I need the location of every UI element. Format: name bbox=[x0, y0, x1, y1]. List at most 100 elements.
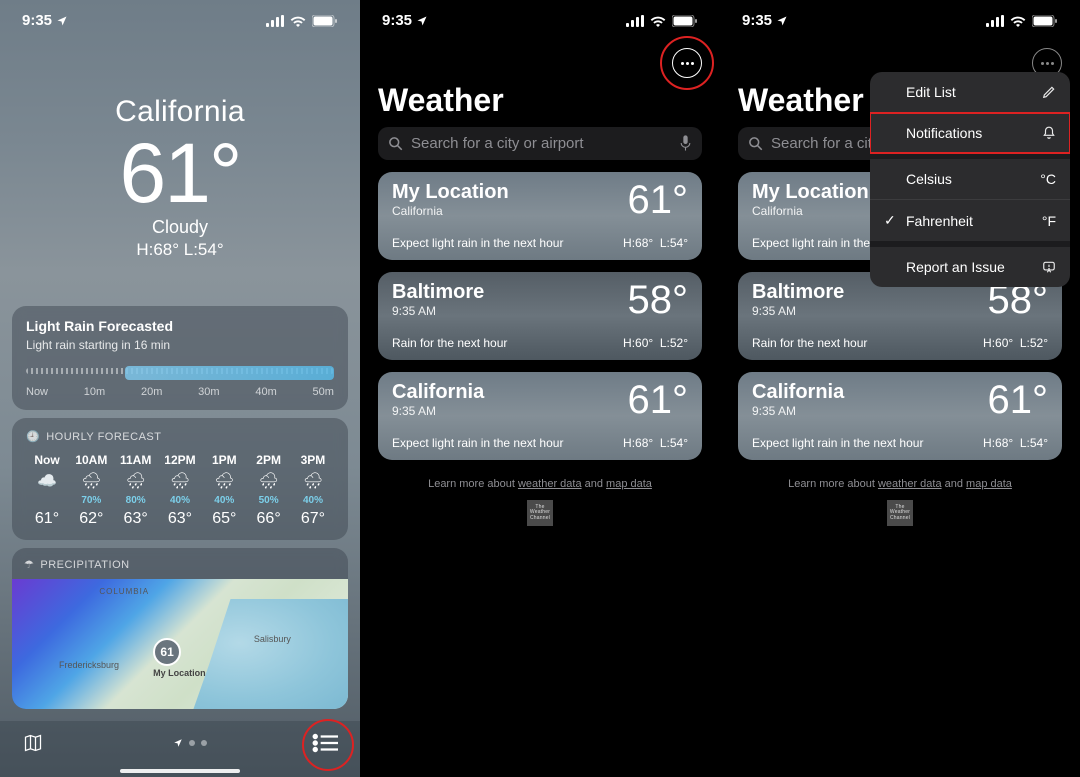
menu-celsius[interactable]: Celsius °C bbox=[870, 153, 1070, 199]
map-icon[interactable] bbox=[22, 733, 44, 753]
bell-icon bbox=[1042, 126, 1056, 140]
home-indicator[interactable] bbox=[120, 769, 240, 773]
map-pin-label: My Location bbox=[153, 668, 206, 678]
rain-forecast-card[interactable]: Light Rain Forecasted Light rain startin… bbox=[12, 306, 348, 410]
status-bar: 9:35 bbox=[360, 8, 720, 33]
weather-data-link[interactable]: weather data bbox=[518, 478, 582, 490]
hourly-item: 12PM🌧40%63° bbox=[159, 453, 201, 528]
rain-minute-bar bbox=[26, 368, 334, 378]
location-card-sub: California bbox=[752, 204, 869, 218]
report-icon bbox=[1042, 260, 1056, 274]
hourly-forecast-card[interactable]: 🕘HOURLY FORECAST Now☁️ 61°10AM🌧70%62°11A… bbox=[12, 418, 348, 540]
menu-report-issue[interactable]: Report an Issue bbox=[870, 241, 1070, 287]
hourly-row[interactable]: Now☁️ 61°10AM🌧70%62°11AM🌧80%63°12PM🌧40%6… bbox=[26, 453, 334, 528]
status-time: 9:35 bbox=[22, 12, 52, 29]
search-icon bbox=[388, 136, 403, 151]
location-card-temp: 61° bbox=[988, 382, 1049, 418]
weather-icon: 🌧 bbox=[81, 471, 101, 491]
map-label-columbia: COLUMBIA bbox=[99, 587, 149, 596]
condition-text: Cloudy bbox=[0, 217, 360, 238]
page-dots[interactable] bbox=[173, 738, 207, 748]
map-data-link[interactable]: map data bbox=[966, 478, 1012, 490]
weather-list-screen: 9:35 Weather Search for a city or airpor… bbox=[360, 0, 720, 777]
location-name: California bbox=[0, 95, 360, 129]
wifi-icon bbox=[290, 15, 306, 27]
battery-icon bbox=[672, 15, 698, 27]
location-card-hilo: H:68° L:54° bbox=[623, 436, 688, 450]
location-arrow-icon bbox=[776, 15, 788, 27]
location-card-sub: 9:35 AM bbox=[392, 304, 484, 318]
location-card[interactable]: Baltimore9:35 AM 58° Rain for the next hou… bbox=[378, 272, 702, 360]
wifi-icon bbox=[650, 15, 666, 27]
map-data-link[interactable]: map data bbox=[606, 478, 652, 490]
location-card-temp: 61° bbox=[628, 182, 689, 218]
list-icon[interactable] bbox=[312, 733, 338, 753]
location-card[interactable]: California9:35 AM61°Expect light rain in… bbox=[738, 372, 1062, 460]
battery-icon bbox=[312, 15, 338, 27]
mic-icon[interactable] bbox=[679, 135, 692, 152]
more-button[interactable] bbox=[672, 48, 702, 78]
more-menu: Edit List Notifications Celsius °C ✓Fahr… bbox=[870, 72, 1070, 287]
location-card-name: My Location bbox=[392, 182, 509, 203]
location-arrow-icon bbox=[173, 738, 183, 748]
weather-icon: 🌧 bbox=[126, 471, 146, 491]
high-low: H:68° L:54° bbox=[0, 240, 360, 260]
location-card-name: Baltimore bbox=[392, 282, 484, 303]
fahrenheit-symbol: °F bbox=[1042, 213, 1056, 229]
rain-card-subtitle: Light rain starting in 16 min bbox=[26, 338, 334, 352]
status-bar: 9:35 bbox=[0, 8, 360, 33]
map-label-salisbury: Salisbury bbox=[254, 634, 291, 644]
location-card[interactable]: California9:35 AM61°Expect light rain in… bbox=[378, 372, 702, 460]
celsius-symbol: °C bbox=[1040, 171, 1056, 187]
weather-list-with-menu-screen: 9:35 Weather Search for a city or My Loc… bbox=[720, 0, 1080, 777]
rain-card-title: Light Rain Forecasted bbox=[26, 318, 334, 334]
hourly-label: HOURLY FORECAST bbox=[46, 431, 161, 443]
location-card-hilo: H:68° L:54° bbox=[983, 436, 1048, 450]
location-card-temp: 58° bbox=[628, 282, 689, 318]
screen-title: Weather bbox=[378, 82, 702, 119]
precipitation-card[interactable]: ☂PRECIPITATION COLUMBIA Fredericksburg S… bbox=[12, 548, 348, 709]
footer-attribution: Learn more about weather data and map da… bbox=[720, 478, 1080, 490]
umbrella-icon: ☂ bbox=[24, 558, 34, 571]
hourly-item: 3PM🌧40%67° bbox=[292, 453, 334, 528]
footer-attribution: Learn more about weather data and map da… bbox=[360, 478, 720, 490]
location-card-name: California bbox=[392, 382, 484, 403]
location-card-temp: 61° bbox=[628, 382, 689, 418]
menu-edit-list[interactable]: Edit List bbox=[870, 72, 1070, 112]
location-card-desc: Expect light rain in the next hour bbox=[392, 236, 563, 250]
hourly-item: 11AM🌧80%63° bbox=[115, 453, 157, 528]
menu-fahrenheit[interactable]: ✓Fahrenheit °F bbox=[870, 199, 1070, 241]
weather-channel-logo: The Weather Channel bbox=[887, 500, 913, 526]
location-card-desc: Rain for the next hour bbox=[752, 336, 867, 350]
location-card-sub: California bbox=[392, 204, 509, 218]
wifi-icon bbox=[1010, 15, 1026, 27]
location-card[interactable]: My LocationCalifornia 61° Expect light rai… bbox=[378, 172, 702, 260]
location-card-name: My Location bbox=[752, 182, 869, 203]
cellular-icon bbox=[626, 15, 644, 27]
weather-detail-screen: 9:35 California 61° Cloudy H:68° L:54° L… bbox=[0, 0, 360, 777]
cellular-icon bbox=[986, 15, 1004, 27]
menu-notifications[interactable]: Notifications bbox=[870, 112, 1070, 153]
current-temp: 61° bbox=[0, 131, 360, 215]
weather-icon: 🌧 bbox=[258, 471, 278, 491]
weather-data-link[interactable]: weather data bbox=[878, 478, 942, 490]
hourly-item: 1PM🌧40%65° bbox=[203, 453, 245, 528]
weather-channel-logo: The Weather Channel bbox=[527, 500, 553, 526]
location-card-sub: 9:35 AM bbox=[752, 304, 844, 318]
hourly-item: 10AM🌧70%62° bbox=[70, 453, 112, 528]
status-bar: 9:35 bbox=[720, 8, 1080, 33]
search-icon bbox=[748, 136, 763, 151]
map-pin-temp: 61 bbox=[153, 638, 181, 666]
weather-icon: 🌧 bbox=[303, 471, 323, 491]
map-pin-my-location[interactable]: 61 My Location bbox=[153, 638, 206, 678]
precipitation-map[interactable]: COLUMBIA Fredericksburg Salisbury 61 My … bbox=[12, 579, 348, 709]
hourly-item: 2PM🌧50%66° bbox=[248, 453, 290, 528]
location-card-desc: Rain for the next hour bbox=[392, 336, 507, 350]
location-card-sub: 9:35 AM bbox=[752, 404, 844, 418]
weather-icon: ☁️ bbox=[37, 471, 57, 491]
location-arrow-icon bbox=[416, 15, 428, 27]
pencil-icon bbox=[1042, 85, 1056, 99]
location-card-desc: Expect light rain in the next hour bbox=[752, 436, 923, 450]
search-field[interactable]: Search for a city or airport bbox=[378, 127, 702, 160]
hourly-item: Now☁️ 61° bbox=[26, 453, 68, 528]
